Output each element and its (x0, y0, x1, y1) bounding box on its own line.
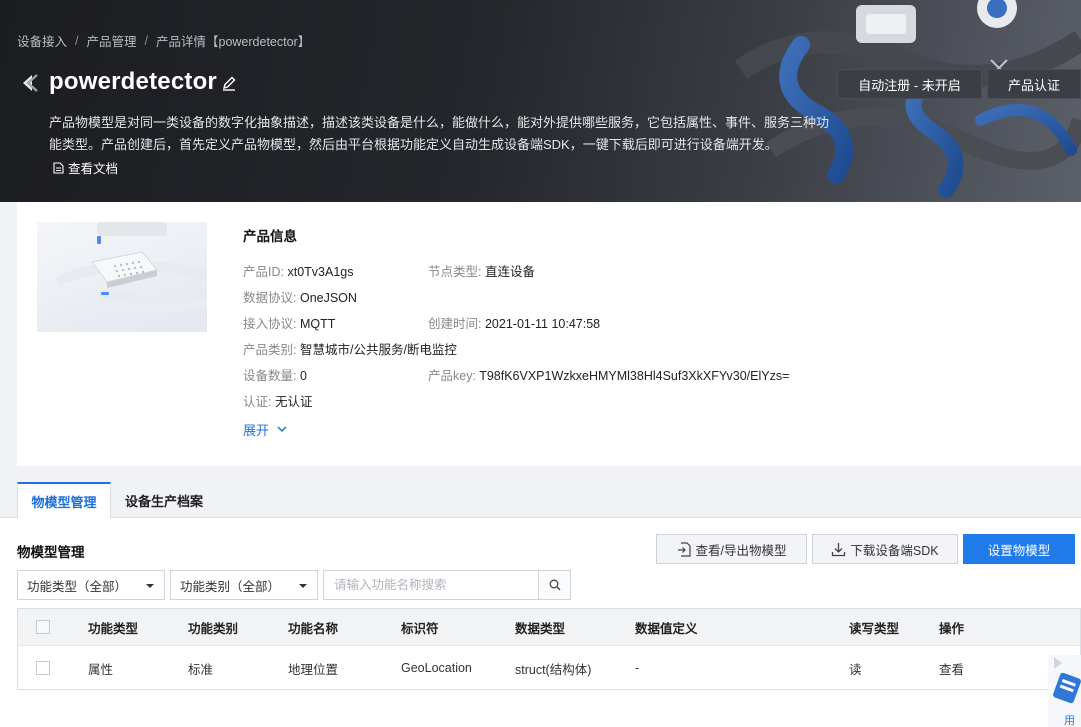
product-id-value: xt0Tv3A1gs (287, 265, 354, 279)
breadcrumb-product-detail: 产品详情【powerdetector】 (156, 35, 311, 49)
view-link[interactable]: 查看 (939, 646, 964, 690)
cell-rw-type: 读 (849, 662, 862, 677)
product-category-value: 智慧城市/公共服务/断电监控 (299, 343, 457, 357)
export-icon (677, 541, 691, 557)
search-input[interactable] (324, 571, 538, 599)
document-icon (53, 161, 64, 174)
view-export-label: 查看/导出物模型 (695, 543, 787, 558)
cell-identifier: GeoLocation (401, 661, 472, 675)
product-category-label: 产品类别: (243, 343, 297, 357)
expand-label: 展开 (243, 423, 270, 438)
edit-icon[interactable] (221, 75, 237, 91)
view-docs-link[interactable]: 查看文档 (53, 158, 118, 177)
created-time-label: 创建时间: (428, 317, 482, 331)
product-model-description: 产品物模型是对同一类设备的数字化抽象描述，描述该类设备是什么，能做什么，能对外提… (49, 115, 830, 152)
set-model-button[interactable]: 设置物模型 (963, 534, 1075, 564)
tab-bar: 物模型管理 设备生产档案 (0, 482, 1081, 519)
download-sdk-button[interactable]: 下载设备端SDK (812, 534, 958, 564)
model-management-panel: 物模型管理 查看/导出物模型 下载设备端SDK 设置物模型 功能类型（全部） 功… (0, 518, 1081, 727)
search-box (323, 570, 571, 600)
product-certification-button[interactable]: 产品认证 (987, 69, 1081, 99)
field-product-id: 产品ID: xt0Tv3A1gs (243, 261, 353, 280)
header-actions: 操作 (939, 621, 965, 636)
header-rw-type: 读写类型 (849, 621, 900, 636)
row-select-cell (36, 646, 50, 690)
device-count-value: 0 (299, 369, 307, 383)
search-button[interactable] (538, 571, 570, 599)
node-type-label: 节点类型: (428, 265, 482, 279)
header-data-type: 数据类型 (515, 621, 566, 636)
product-key-label: 产品key: (428, 369, 476, 383)
auto-register-button[interactable]: 自动注册 - 未开启 (837, 69, 982, 99)
product-image (37, 222, 207, 332)
cell-value-definition: - (635, 661, 640, 675)
product-key-value: T98fK6VXP1WzkxeHMYMl38Hl4Suf3XkXFYv30/El… (479, 369, 790, 383)
breadcrumb-separator: / (144, 33, 148, 48)
field-access-protocol: 接入协议: MQTT (243, 313, 335, 332)
breadcrumb-separator: / (75, 33, 79, 48)
field-node-type: 节点类型: 直连设备 (428, 261, 535, 280)
field-device-count: 设备数量: 0 (243, 365, 307, 384)
device-count-label: 设备数量: (243, 369, 297, 383)
cell-function-name: 地理位置 (288, 662, 339, 677)
table-header: 功能类型 功能类别 功能名称 标识符 数据类型 数据值定义 读写类型 操作 (18, 609, 1080, 646)
table-row: 属性 标准 地理位置 GeoLocation struct(结构体) - 读 查… (18, 646, 1080, 690)
product-info-title: 产品信息 (243, 229, 297, 244)
model-table: 功能类型 功能类别 功能名称 标识符 数据类型 数据值定义 读写类型 操作 属性… (17, 608, 1081, 690)
section-title: 物模型管理 (17, 545, 85, 560)
chevron-down-icon (277, 426, 287, 433)
function-category-select[interactable]: 功能类别（全部） (170, 570, 318, 600)
field-certification: 认证: 无认证 (243, 391, 312, 410)
select-all-cell (36, 609, 50, 645)
download-sdk-label: 下载设备端SDK (850, 543, 939, 558)
expand-toggle[interactable]: 展开 (243, 420, 287, 439)
product-info-card: 产品信息 产品ID: xt0Tv3A1gs 节点类型: 直连设备 数据协议: O… (17, 202, 1081, 466)
field-product-key: 产品key: T98fK6VXP1WzkxeHMYMl38Hl4Suf3XkXF… (428, 365, 789, 384)
product-id-label: 产品ID: (243, 265, 284, 279)
view-export-model-button[interactable]: 查看/导出物模型 (656, 534, 807, 564)
row-checkbox[interactable] (36, 661, 50, 675)
field-product-category: 产品类别: 智慧城市/公共服务/断电监控 (243, 339, 457, 358)
field-data-protocol: 数据协议: OneJSON (243, 287, 357, 306)
header-function-name: 功能名称 (288, 621, 339, 636)
access-protocol-label: 接入协议: (243, 317, 297, 331)
header-function-type: 功能类型 (88, 621, 139, 636)
caret-down-icon (146, 584, 154, 588)
cell-function-category: 标准 (188, 662, 214, 677)
download-icon (832, 542, 846, 556)
product-header-banner: 设备接入 / 产品管理 / 产品详情【powerdetector】 powerd… (0, 0, 1081, 202)
function-type-select[interactable]: 功能类型（全部） (17, 570, 165, 600)
header-value-definition: 数据值定义 (635, 621, 698, 636)
page-title: powerdetector (49, 68, 217, 95)
breadcrumb-device-access[interactable]: 设备接入 (17, 31, 67, 50)
header-identifier: 标识符 (401, 621, 439, 636)
breadcrumb: 设备接入 / 产品管理 / 产品详情【powerdetector】 (17, 31, 310, 50)
search-icon (549, 579, 560, 591)
breadcrumb-product-management[interactable]: 产品管理 (87, 31, 137, 50)
header-function-category: 功能类别 (188, 621, 239, 636)
function-category-value: 功能类别（全部） (180, 579, 281, 594)
certification-label: 认证: (243, 395, 272, 409)
data-protocol-value: OneJSON (299, 291, 357, 305)
banner-illustration (734, 0, 1081, 198)
function-type-value: 功能类型（全部） (27, 579, 128, 594)
created-time-value: 2021-01-11 10:47:58 (484, 317, 601, 331)
floating-widget-label: 用 (1064, 714, 1075, 727)
back-arrow-icon[interactable] (17, 72, 39, 94)
data-protocol-label: 数据协议: (243, 291, 297, 305)
tab-model-management[interactable]: 物模型管理 (17, 482, 111, 519)
floating-help-widget[interactable]: 用 (1048, 655, 1081, 727)
view-docs-label: 查看文档 (68, 162, 119, 176)
caret-down-icon (299, 584, 307, 588)
select-all-checkbox[interactable] (36, 620, 50, 634)
tab-production-archive[interactable]: 设备生产档案 (111, 482, 217, 518)
access-protocol-value: MQTT (299, 317, 336, 331)
field-created-time: 创建时间: 2021-01-11 10:47:58 (428, 313, 600, 332)
node-type-value: 直连设备 (484, 265, 535, 279)
cell-data-type: struct(结构体) (515, 662, 592, 677)
certification-value: 无认证 (274, 395, 313, 409)
cell-function-type: 属性 (88, 662, 114, 677)
